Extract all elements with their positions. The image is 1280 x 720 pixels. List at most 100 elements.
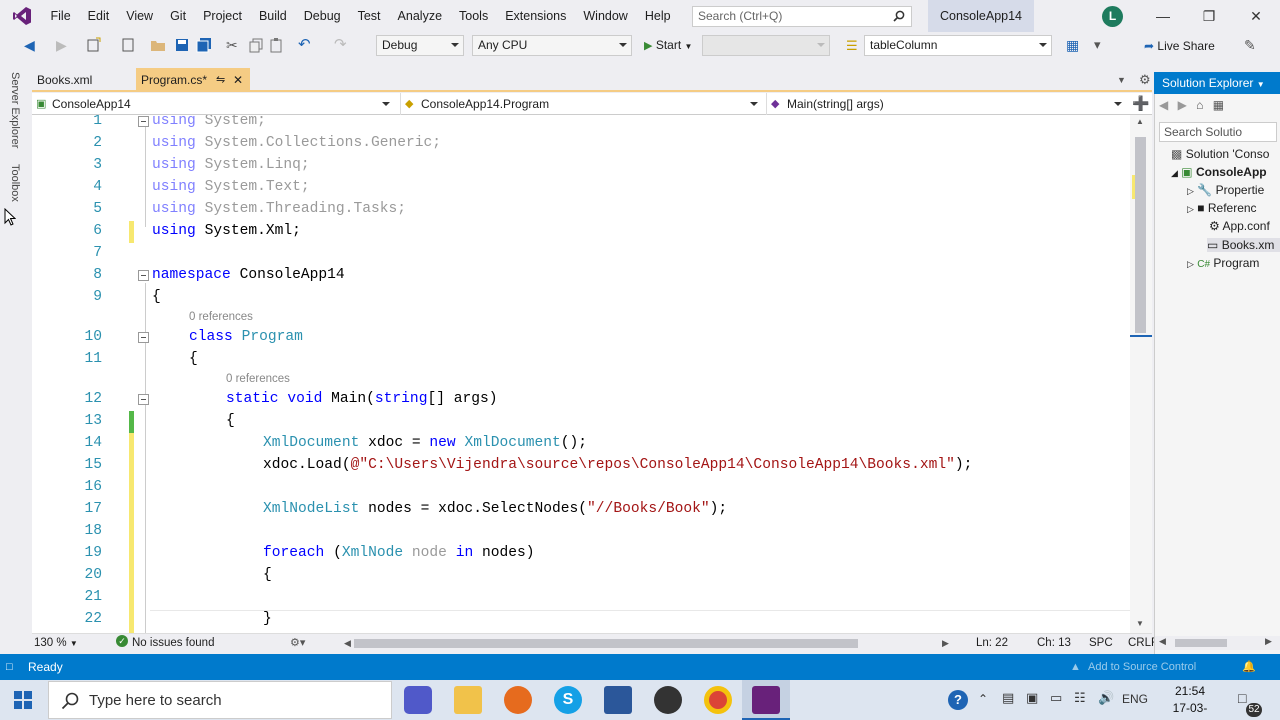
start-button[interactable]: ▶ Start ▼: [638, 35, 698, 56]
firefox-icon[interactable]: [504, 686, 532, 714]
back-icon[interactable]: ◀: [24, 37, 40, 53]
scroll-down-icon[interactable]: ▼: [1136, 619, 1144, 628]
server-explorer-tab[interactable]: Server Explorer: [9, 72, 21, 148]
menu-debug[interactable]: Debug: [295, 0, 349, 32]
home-icon[interactable]: ⌂: [1196, 98, 1203, 112]
menu-extensions[interactable]: Extensions: [497, 0, 575, 32]
scroll-left-icon[interactable]: ◀: [344, 634, 351, 652]
chrome-icon[interactable]: [704, 686, 732, 714]
tree-item-app-config[interactable]: ⚙ App.conf: [1209, 219, 1280, 233]
visual-studio-logo-icon[interactable]: [12, 6, 32, 26]
volume-icon[interactable]: 🔊: [1098, 690, 1114, 706]
zoom-dropdown[interactable]: 130 % ▼: [34, 634, 94, 652]
input-language[interactable]: ENG: [1122, 692, 1148, 706]
menu-file[interactable]: File: [42, 0, 79, 32]
copy-icon[interactable]: [248, 37, 264, 53]
search-box[interactable]: Search (Ctrl+Q): [692, 6, 912, 27]
notifications-icon[interactable]: 🔔: [1242, 654, 1256, 680]
expand-icon[interactable]: ▷: [1187, 204, 1194, 214]
redo-icon[interactable]: ↷: [334, 37, 350, 53]
tree-item-solution[interactable]: ▩ Solution 'Conso: [1171, 147, 1280, 161]
find-in-files-icon[interactable]: ☰: [846, 38, 858, 54]
forward-icon[interactable]: ▶: [1178, 98, 1187, 112]
collapse-icon[interactable]: [138, 394, 149, 405]
tree-item-properties[interactable]: ▷ 🔧 Propertie: [1187, 183, 1280, 197]
tab-list-chevron-icon[interactable]: ▼: [1117, 68, 1126, 92]
paste-icon[interactable]: [268, 37, 284, 53]
collapse-icon[interactable]: [138, 116, 149, 127]
find-combo[interactable]: tableColumn: [864, 35, 1052, 56]
pin-icon[interactable]: ⇋: [216, 68, 225, 92]
save-all-icon[interactable]: [196, 37, 212, 53]
feedback-icon[interactable]: ✎: [1244, 37, 1256, 54]
teams-icon[interactable]: [404, 686, 432, 714]
avatar[interactable]: L: [1102, 6, 1123, 27]
menu-tools[interactable]: Tools: [451, 0, 497, 32]
tree-item-program-cs[interactable]: ▷ C# Program: [1187, 256, 1280, 270]
forward-icon[interactable]: ▶: [56, 37, 72, 53]
codelens-references[interactable]: 0 references: [226, 373, 290, 385]
scroll-thumb[interactable]: [1175, 639, 1227, 647]
menu-test[interactable]: Test: [349, 0, 389, 32]
new-project-icon[interactable]: [86, 37, 102, 53]
live-share-button[interactable]: ➦ Live Share: [1144, 35, 1215, 57]
clock[interactable]: 21:54 17-03-2021: [1160, 683, 1220, 720]
startup-item-dropdown[interactable]: [702, 35, 830, 56]
file-explorer-icon[interactable]: [454, 686, 482, 714]
solution-explorer-header[interactable]: Solution Explorer ▼: [1154, 72, 1280, 94]
scroll-thumb[interactable]: [1135, 137, 1146, 333]
settings-gear-icon[interactable]: ⚙: [1139, 68, 1151, 92]
scroll-left-icon[interactable]: ◀: [1159, 636, 1166, 647]
windows-start-icon[interactable]: [14, 691, 32, 709]
menu-build[interactable]: Build: [250, 0, 295, 32]
minimize-icon[interactable]: —: [1140, 0, 1186, 32]
menu-window[interactable]: Window: [575, 0, 636, 32]
column-indicator[interactable]: Ch: 13: [1037, 634, 1071, 652]
toolbox-tab[interactable]: Toolbox: [9, 164, 21, 202]
scroll-right-icon[interactable]: ▶: [942, 634, 949, 652]
close-tab-icon[interactable]: ✕: [233, 68, 243, 92]
scroll-up-icon[interactable]: ▲: [1136, 117, 1144, 126]
restore-icon[interactable]: ❐: [1186, 0, 1232, 32]
chevron-down-icon[interactable]: ▼: [1257, 80, 1265, 89]
solution-configuration-dropdown[interactable]: Debug: [376, 35, 464, 56]
line-indicator[interactable]: Ln: 22: [976, 634, 1008, 652]
solution-search-input[interactable]: Search Solutio: [1159, 122, 1277, 142]
scroll-right-icon[interactable]: ▶: [1265, 636, 1272, 647]
output-window-icon[interactable]: □: [6, 654, 13, 680]
save-icon[interactable]: [174, 37, 190, 53]
back-icon[interactable]: ◀: [1159, 98, 1168, 112]
github-icon[interactable]: [654, 686, 682, 714]
network-icon[interactable]: ☷: [1074, 690, 1086, 706]
open-folder-icon[interactable]: [150, 37, 166, 53]
skype-icon[interactable]: S: [554, 686, 582, 714]
show-hidden-icons-icon[interactable]: ⌃: [978, 692, 988, 706]
tree-item-books-xml[interactable]: ▭ Books.xm: [1207, 238, 1280, 252]
action-center-icon[interactable]: □: [1238, 690, 1246, 706]
toolbar-options-icon[interactable]: ▾: [1094, 37, 1101, 53]
collapse-icon[interactable]: [138, 270, 149, 281]
tab-books-xml[interactable]: Books.xml: [32, 68, 134, 92]
member-dropdown[interactable]: ◆ Main(string[] args): [766, 93, 1126, 115]
help-icon[interactable]: ?: [948, 690, 968, 710]
taskbar-search-box[interactable]: Type here to search: [48, 681, 392, 719]
split-window-icon[interactable]: ➕: [1132, 95, 1149, 112]
whitespace-indicator[interactable]: SPC: [1089, 634, 1113, 652]
switch-views-icon[interactable]: ▦: [1213, 98, 1224, 112]
solution-platform-dropdown[interactable]: Any CPU: [472, 35, 632, 56]
menu-view[interactable]: View: [118, 0, 162, 32]
project-dropdown[interactable]: ▣ ConsoleApp14: [32, 93, 394, 115]
menu-help[interactable]: Help: [636, 0, 679, 32]
expand-icon[interactable]: ▷: [1187, 186, 1194, 196]
code-editor[interactable]: 1 2 3 4 5 6 7 8 9 10 11 12 13 14 15 16 1…: [32, 115, 1130, 633]
tab-program-cs[interactable]: Program.cs* ⇋ ✕: [136, 68, 250, 92]
code-cleanup-icon[interactable]: ⚙▾: [290, 634, 305, 652]
add-to-source-control[interactable]: Add to Source Control: [1088, 654, 1196, 680]
word-icon[interactable]: [604, 686, 632, 714]
menu-git[interactable]: Git: [162, 0, 195, 32]
visual-studio-taskbar-icon[interactable]: [752, 686, 780, 714]
menu-edit[interactable]: Edit: [79, 0, 118, 32]
close-icon[interactable]: ✕: [1233, 0, 1279, 32]
tray-meet-icon[interactable]: ▣: [1026, 690, 1038, 706]
menu-analyze[interactable]: Analyze: [389, 0, 450, 32]
